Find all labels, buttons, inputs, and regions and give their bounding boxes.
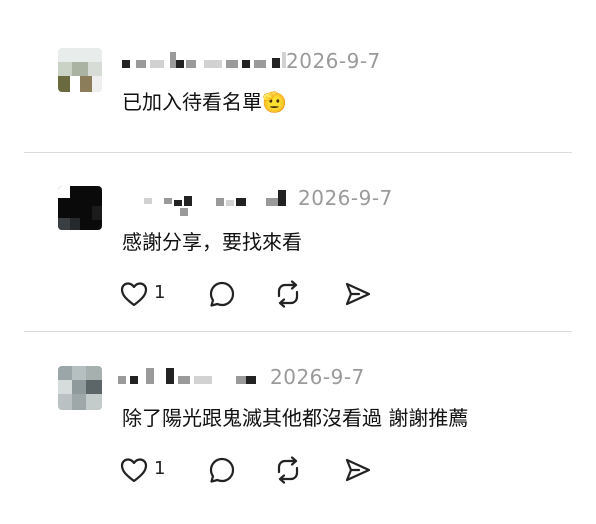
comment-timestamp: 2026-9-7 — [270, 365, 365, 389]
reply-button[interactable] — [206, 278, 238, 310]
repost-icon — [277, 456, 299, 484]
comment-text: 已加入待看名單🫡 — [122, 90, 287, 114]
user-avatar[interactable] — [58, 48, 102, 92]
send-icon — [345, 458, 371, 482]
username-obscured[interactable] — [122, 190, 296, 216]
reply-button[interactable] — [206, 454, 238, 486]
like-button[interactable] — [118, 278, 150, 310]
user-avatar[interactable] — [58, 366, 102, 410]
share-button[interactable] — [342, 278, 374, 310]
username-obscured[interactable] — [118, 368, 260, 388]
share-button[interactable] — [342, 454, 374, 486]
comment-actions: 1 — [118, 454, 378, 486]
comment-timestamp: 2026-9-7 — [286, 49, 381, 73]
like-button[interactable] — [118, 454, 150, 486]
heart-icon — [120, 282, 148, 307]
like-count: 1 — [154, 458, 166, 479]
comment-text: 感謝分享，要找來看 — [122, 230, 302, 254]
like-count: 1 — [154, 282, 166, 303]
repost-button[interactable] — [272, 278, 304, 310]
repost-button[interactable] — [272, 454, 304, 486]
username-obscured[interactable] — [122, 52, 288, 72]
heart-icon — [120, 458, 148, 483]
divider — [24, 331, 572, 332]
repost-icon — [277, 280, 299, 308]
divider — [24, 152, 572, 153]
send-icon — [345, 282, 371, 306]
comment-actions: 1 — [118, 278, 378, 310]
comment-text: 除了陽光跟鬼滅其他都沒看過 謝謝推薦 — [122, 406, 469, 430]
comment-bubble-icon — [209, 457, 235, 483]
comment-bubble-icon — [209, 281, 235, 307]
comment-timestamp: 2026-9-7 — [298, 186, 393, 210]
user-avatar[interactable] — [58, 186, 102, 230]
